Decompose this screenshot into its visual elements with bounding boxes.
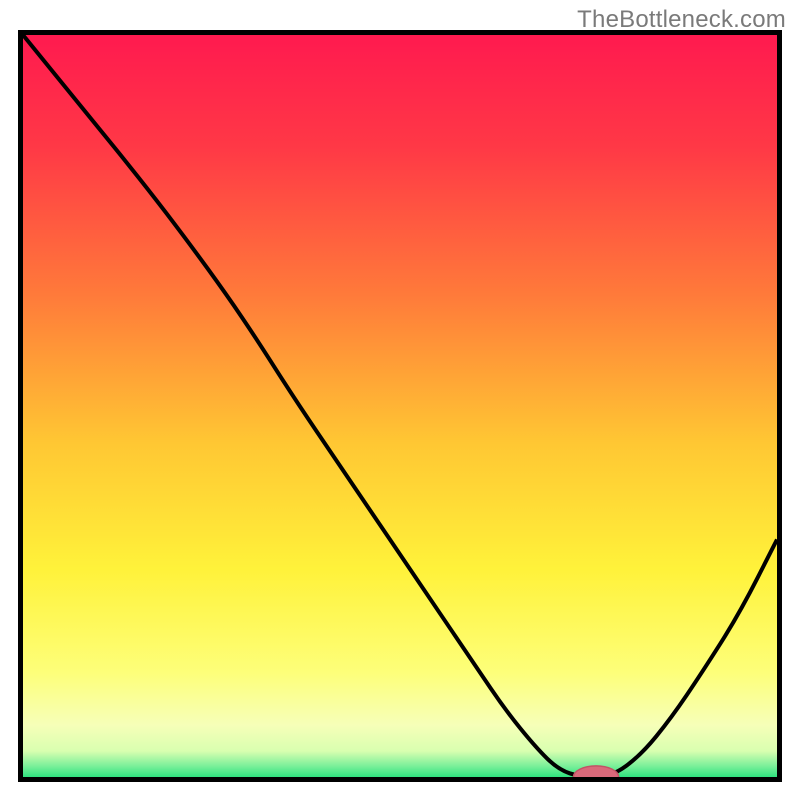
plot-frame: [18, 30, 782, 782]
plot-background: [23, 35, 777, 777]
watermark-text: TheBottleneck.com: [577, 6, 786, 34]
chart-container: TheBottleneck.com: [0, 0, 800, 800]
plot-svg: [23, 35, 777, 777]
